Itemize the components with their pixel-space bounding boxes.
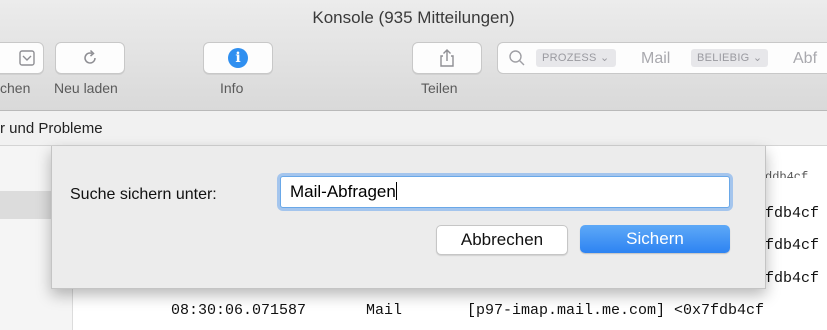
log-message: [p97-imap.mail.me.com] <0x7fdb4cf: [467, 302, 765, 319]
reload-icon: [84, 49, 96, 64]
search-token-process-label: PROZESS: [542, 52, 597, 64]
log-process: Mail: [366, 302, 403, 319]
search-token-any-value: Abf: [793, 50, 818, 67]
share-label: Teilen: [421, 80, 458, 96]
search-token-any[interactable]: BELIEBIG ⌄: [691, 49, 769, 67]
partial-toolbar-button[interactable]: [0, 42, 44, 74]
search-token-any-label: BELIEBIG: [697, 52, 750, 64]
search-token-process-value: Mail: [641, 50, 671, 67]
search-icon: [509, 50, 525, 66]
partial-toolbar-label: chen: [0, 80, 31, 96]
reload-label: Neu laden: [54, 80, 118, 96]
window-toolbar: Konsole (935 Mitteilungen) chen Neu lade…: [0, 0, 827, 111]
save-search-dialog: Suche sichern unter: Mail-Abfragen Abbre…: [51, 146, 766, 289]
chevron-down-icon: ⌄: [752, 52, 763, 64]
filter-label[interactable]: r und Probleme: [0, 120, 103, 137]
search-field[interactable]: PROZESS ⌄ Mail BELIEBIG ⌄ Abf: [497, 42, 827, 74]
chevron-down-icon: ⌄: [600, 52, 610, 64]
cancel-button[interactable]: Abbrechen: [436, 225, 568, 255]
share-icon: [440, 49, 454, 67]
save-icon: [19, 50, 35, 66]
info-button[interactable]: i: [203, 42, 273, 74]
log-row-suffix: fdb4cf: [765, 270, 820, 287]
reload-button[interactable]: [55, 42, 125, 74]
window-title: Konsole (935 Mitteilungen): [312, 8, 515, 27]
info-label: Info: [220, 80, 244, 96]
log-time: 08:30:06.071587: [171, 302, 307, 319]
share-button[interactable]: [412, 42, 482, 74]
dialog-label: Suche sichern unter:: [70, 186, 217, 203]
save-button[interactable]: Sichern: [580, 225, 730, 253]
log-row-suffix: fdb4cf: [765, 205, 820, 222]
text-caret: [395, 182, 397, 200]
search-token-process[interactable]: PROZESS ⌄: [536, 49, 616, 67]
log-row-suffix: fdb4cf: [765, 237, 820, 254]
filter-bar: r und Probleme: [0, 111, 827, 146]
search-name-input[interactable]: Mail-Abfragen: [280, 176, 730, 208]
info-icon: i: [228, 48, 248, 68]
search-name-value: Mail-Abfragen: [290, 182, 396, 201]
log-row-partial: ddb4cf: [765, 170, 809, 184]
